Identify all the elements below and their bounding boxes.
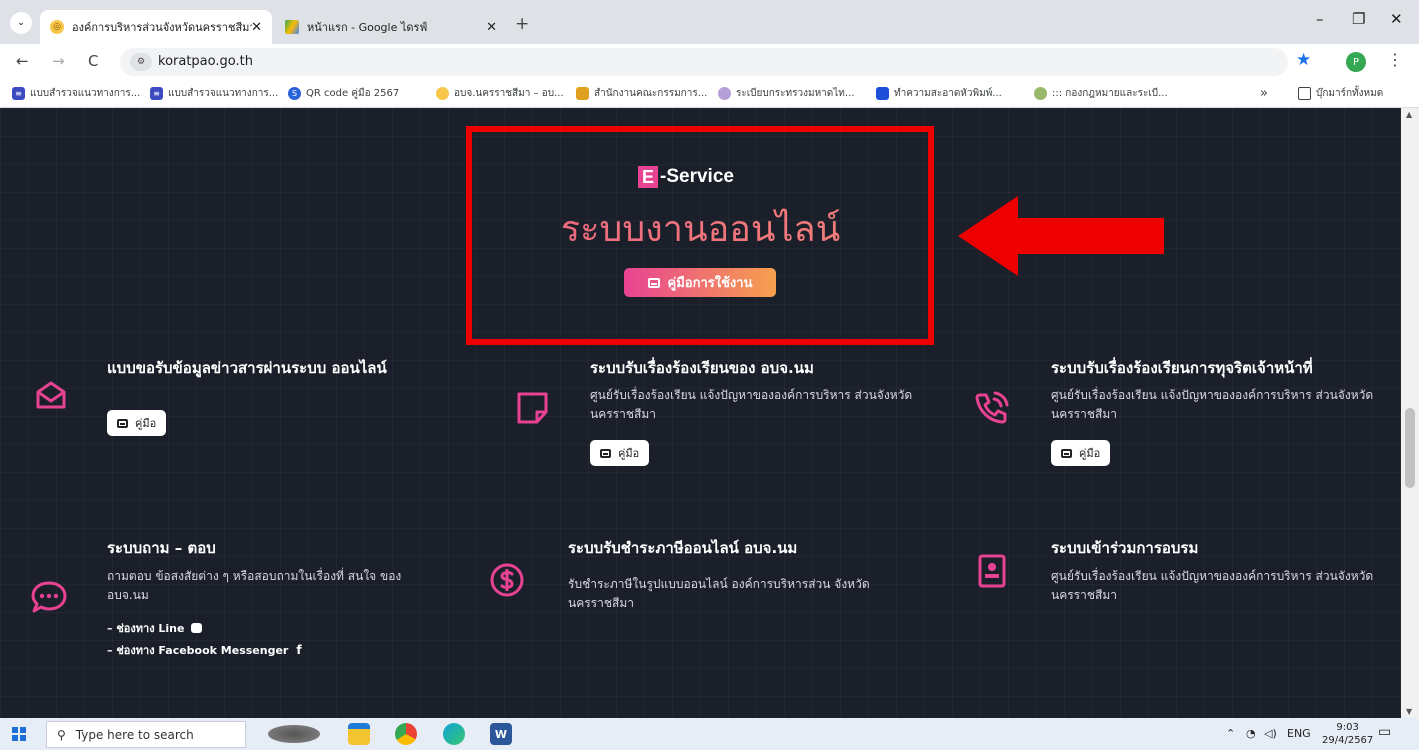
service-title[interactable]: ระบบรับชำระภาษีออนไลน์ อบจ.นม: [568, 539, 898, 558]
dollar-coin-icon: [490, 563, 524, 597]
bookmark-item[interactable]: อบจ.นครราชสีมา – อบ...: [436, 86, 564, 101]
scroll-up-icon[interactable]: ▲: [1406, 110, 1412, 119]
bookmark-item[interactable]: ≡ แบบสำรวจแนวทางการ...: [150, 86, 278, 101]
profile-avatar[interactable]: P: [1346, 52, 1366, 72]
windows-start-icon[interactable]: [12, 727, 26, 741]
phone-call-icon: [975, 391, 1009, 424]
bookmark-item[interactable]: สำนักงานคณะกรรมการ...: [576, 86, 707, 101]
address-toolbar: ← → C ⚙ koratpao.go.th ★ P ⋮: [0, 44, 1419, 80]
envelope-open-icon: [36, 381, 66, 409]
scrollbar-thumb[interactable]: [1405, 408, 1415, 488]
facebook-icon: f: [296, 643, 302, 657]
service-manual-button[interactable]: คู่มือ: [590, 440, 650, 466]
ministry-seal-icon: [718, 87, 731, 100]
search-icon: ⚲: [57, 727, 66, 742]
reload-button[interactable]: C: [88, 52, 98, 70]
book-icon: [1061, 448, 1072, 458]
word-icon[interactable]: W: [490, 723, 512, 745]
search-placeholder: Type here to search: [75, 727, 194, 742]
forward-button[interactable]: →: [52, 52, 65, 70]
book-icon: [117, 418, 128, 428]
note-icon: [517, 392, 548, 424]
koratpao-favicon-icon: [436, 87, 449, 100]
windows-taskbar: ⚲ Type here to search W ⌃ ◔ ◁) ENG 9:03 …: [0, 718, 1419, 750]
tab-google-drive[interactable]: หน้าแรก - Google ไดรฟ์ ✕: [275, 10, 507, 44]
scroll-down-icon[interactable]: ▼: [1406, 707, 1412, 716]
url-text[interactable]: koratpao.go.th: [158, 54, 253, 69]
new-tab-button[interactable]: +: [515, 14, 529, 34]
service-description: ถามตอบ ข้อสงสัยต่าง ๆ หรือสอบถามในเรื่อง…: [107, 569, 402, 602]
folder-icon: [1298, 87, 1311, 100]
clock-time: 9:03: [1336, 722, 1359, 733]
notifications-icon[interactable]: ▭: [1378, 724, 1391, 740]
bookmark-item[interactable]: ระเบียบกระทรวงมหาดไท...: [718, 86, 854, 101]
office-seal-icon: [576, 87, 589, 100]
taskbar-search-box[interactable]: ⚲ Type here to search: [46, 721, 246, 748]
minimize-button[interactable]: –: [1316, 10, 1324, 28]
tab-close-icon[interactable]: ✕: [486, 20, 497, 35]
chrome-icon[interactable]: [395, 723, 417, 745]
red-arrow-icon: [958, 196, 1164, 276]
bookmark-item[interactable]: S QR code คู่มือ 2567: [288, 86, 399, 101]
printer-brand-icon: [876, 87, 889, 100]
service-description: ศูนย์รับเรื่องร้องเรียน แจ้งปัญหาขององค์…: [1051, 569, 1374, 602]
service-title[interactable]: แบบขอรับข้อมูลข่าวสารผ่านระบบ ออนไลน์: [107, 359, 407, 378]
service-title[interactable]: ระบบถาม – ตอบ: [107, 539, 407, 558]
service-description: ศูนย์รับเรื่องร้องเรียน แจ้งปัญหาขององค์…: [1051, 388, 1374, 421]
file-explorer-icon[interactable]: [348, 723, 370, 745]
bookmarks-bar: ≡ แบบสำรวจแนวทางการ... ≡ แบบสำรวจแนวทางการ…: [0, 80, 1419, 108]
bookmark-item[interactable]: ทำความสะอาดหัวพิมพ์...: [876, 86, 1002, 101]
site-info-icon[interactable]: ⚙: [130, 53, 152, 71]
facebook-messenger-link[interactable]: – ช่องทาง Facebook Messenger f: [107, 641, 302, 659]
tab-close-icon[interactable]: ✕: [251, 20, 262, 35]
koratpao-favicon-icon: ◎: [50, 20, 64, 34]
edge-icon[interactable]: [443, 723, 465, 745]
maximize-button[interactable]: ❐: [1352, 10, 1365, 28]
bookmark-item[interactable]: ::: กองกฎหมายและระเบี...: [1034, 86, 1168, 101]
wifi-icon[interactable]: ◔: [1246, 727, 1256, 740]
line-channel-link[interactable]: – ช่องทาง Line: [107, 619, 203, 637]
page-scrollbar[interactable]: ▲ ▼: [1401, 108, 1419, 718]
id-card-icon: [978, 554, 1006, 588]
line-icon: [191, 623, 203, 633]
tray-overflow-icon[interactable]: ⌃: [1226, 727, 1235, 740]
close-window-button[interactable]: ✕: [1390, 10, 1403, 28]
service-title[interactable]: ระบบเข้าร่วมการอบรม: [1051, 539, 1381, 558]
highlight-box: [466, 126, 934, 345]
tab-koratpao[interactable]: ◎ องค์การบริหารส่วนจังหวัดนครราชสีมา ✕: [40, 10, 272, 44]
bookmarks-overflow-button[interactable]: »: [1260, 86, 1268, 101]
service-title[interactable]: ระบบรับเรื่องร้องเรียนของ อบจ.นม: [590, 359, 920, 378]
all-bookmarks-folder[interactable]: บุ๊กมาร์กทั้งหมด: [1298, 86, 1383, 101]
form-icon: ≡: [150, 87, 163, 100]
browser-menu-icon[interactable]: ⋮: [1387, 50, 1403, 69]
s-logo-icon: S: [288, 87, 301, 100]
service-title[interactable]: ระบบรับเรื่องร้องเรียนการทุจริตเจ้าหน้าท…: [1051, 359, 1396, 378]
bookmark-item[interactable]: ≡ แบบสำรวจแนวทางการ...: [12, 86, 140, 101]
language-indicator[interactable]: ENG: [1287, 727, 1311, 740]
service-manual-button[interactable]: คู่มือ: [1051, 440, 1111, 466]
speaker-icon[interactable]: ◁): [1264, 727, 1277, 740]
service-description: ศูนย์รับเรื่องร้องเรียน แจ้งปัญหาขององค์…: [590, 388, 913, 421]
google-drive-icon: [285, 20, 299, 34]
search-highlight-image: [268, 725, 320, 743]
chat-bubble-icon: [31, 581, 67, 613]
clock-date: 29/4/2567: [1322, 735, 1374, 746]
bookmark-star-icon[interactable]: ★: [1296, 50, 1311, 70]
tab-search-button[interactable]: ⌄: [10, 12, 32, 34]
tab-title: องค์การบริหารส่วนจังหวัดนครราชสีมา: [72, 21, 252, 34]
omnibox[interactable]: ⚙ koratpao.go.th: [120, 48, 1288, 76]
taskbar-clock[interactable]: 9:03 29/4/2567: [1322, 721, 1373, 747]
service-description: รับชำระภาษีในรูปแบบออนไลน์ องค์การบริหาร…: [568, 577, 870, 610]
book-icon: [600, 448, 611, 458]
law-division-icon: [1034, 87, 1047, 100]
form-icon: ≡: [12, 87, 25, 100]
tab-title: หน้าแรก - Google ไดรฟ์: [307, 21, 428, 34]
browser-tab-strip: ⌄ ◎ องค์การบริหารส่วนจังหวัดนครราชสีมา ✕…: [0, 0, 1419, 44]
back-button[interactable]: ←: [16, 52, 29, 70]
service-manual-button[interactable]: คู่มือ: [107, 410, 167, 436]
